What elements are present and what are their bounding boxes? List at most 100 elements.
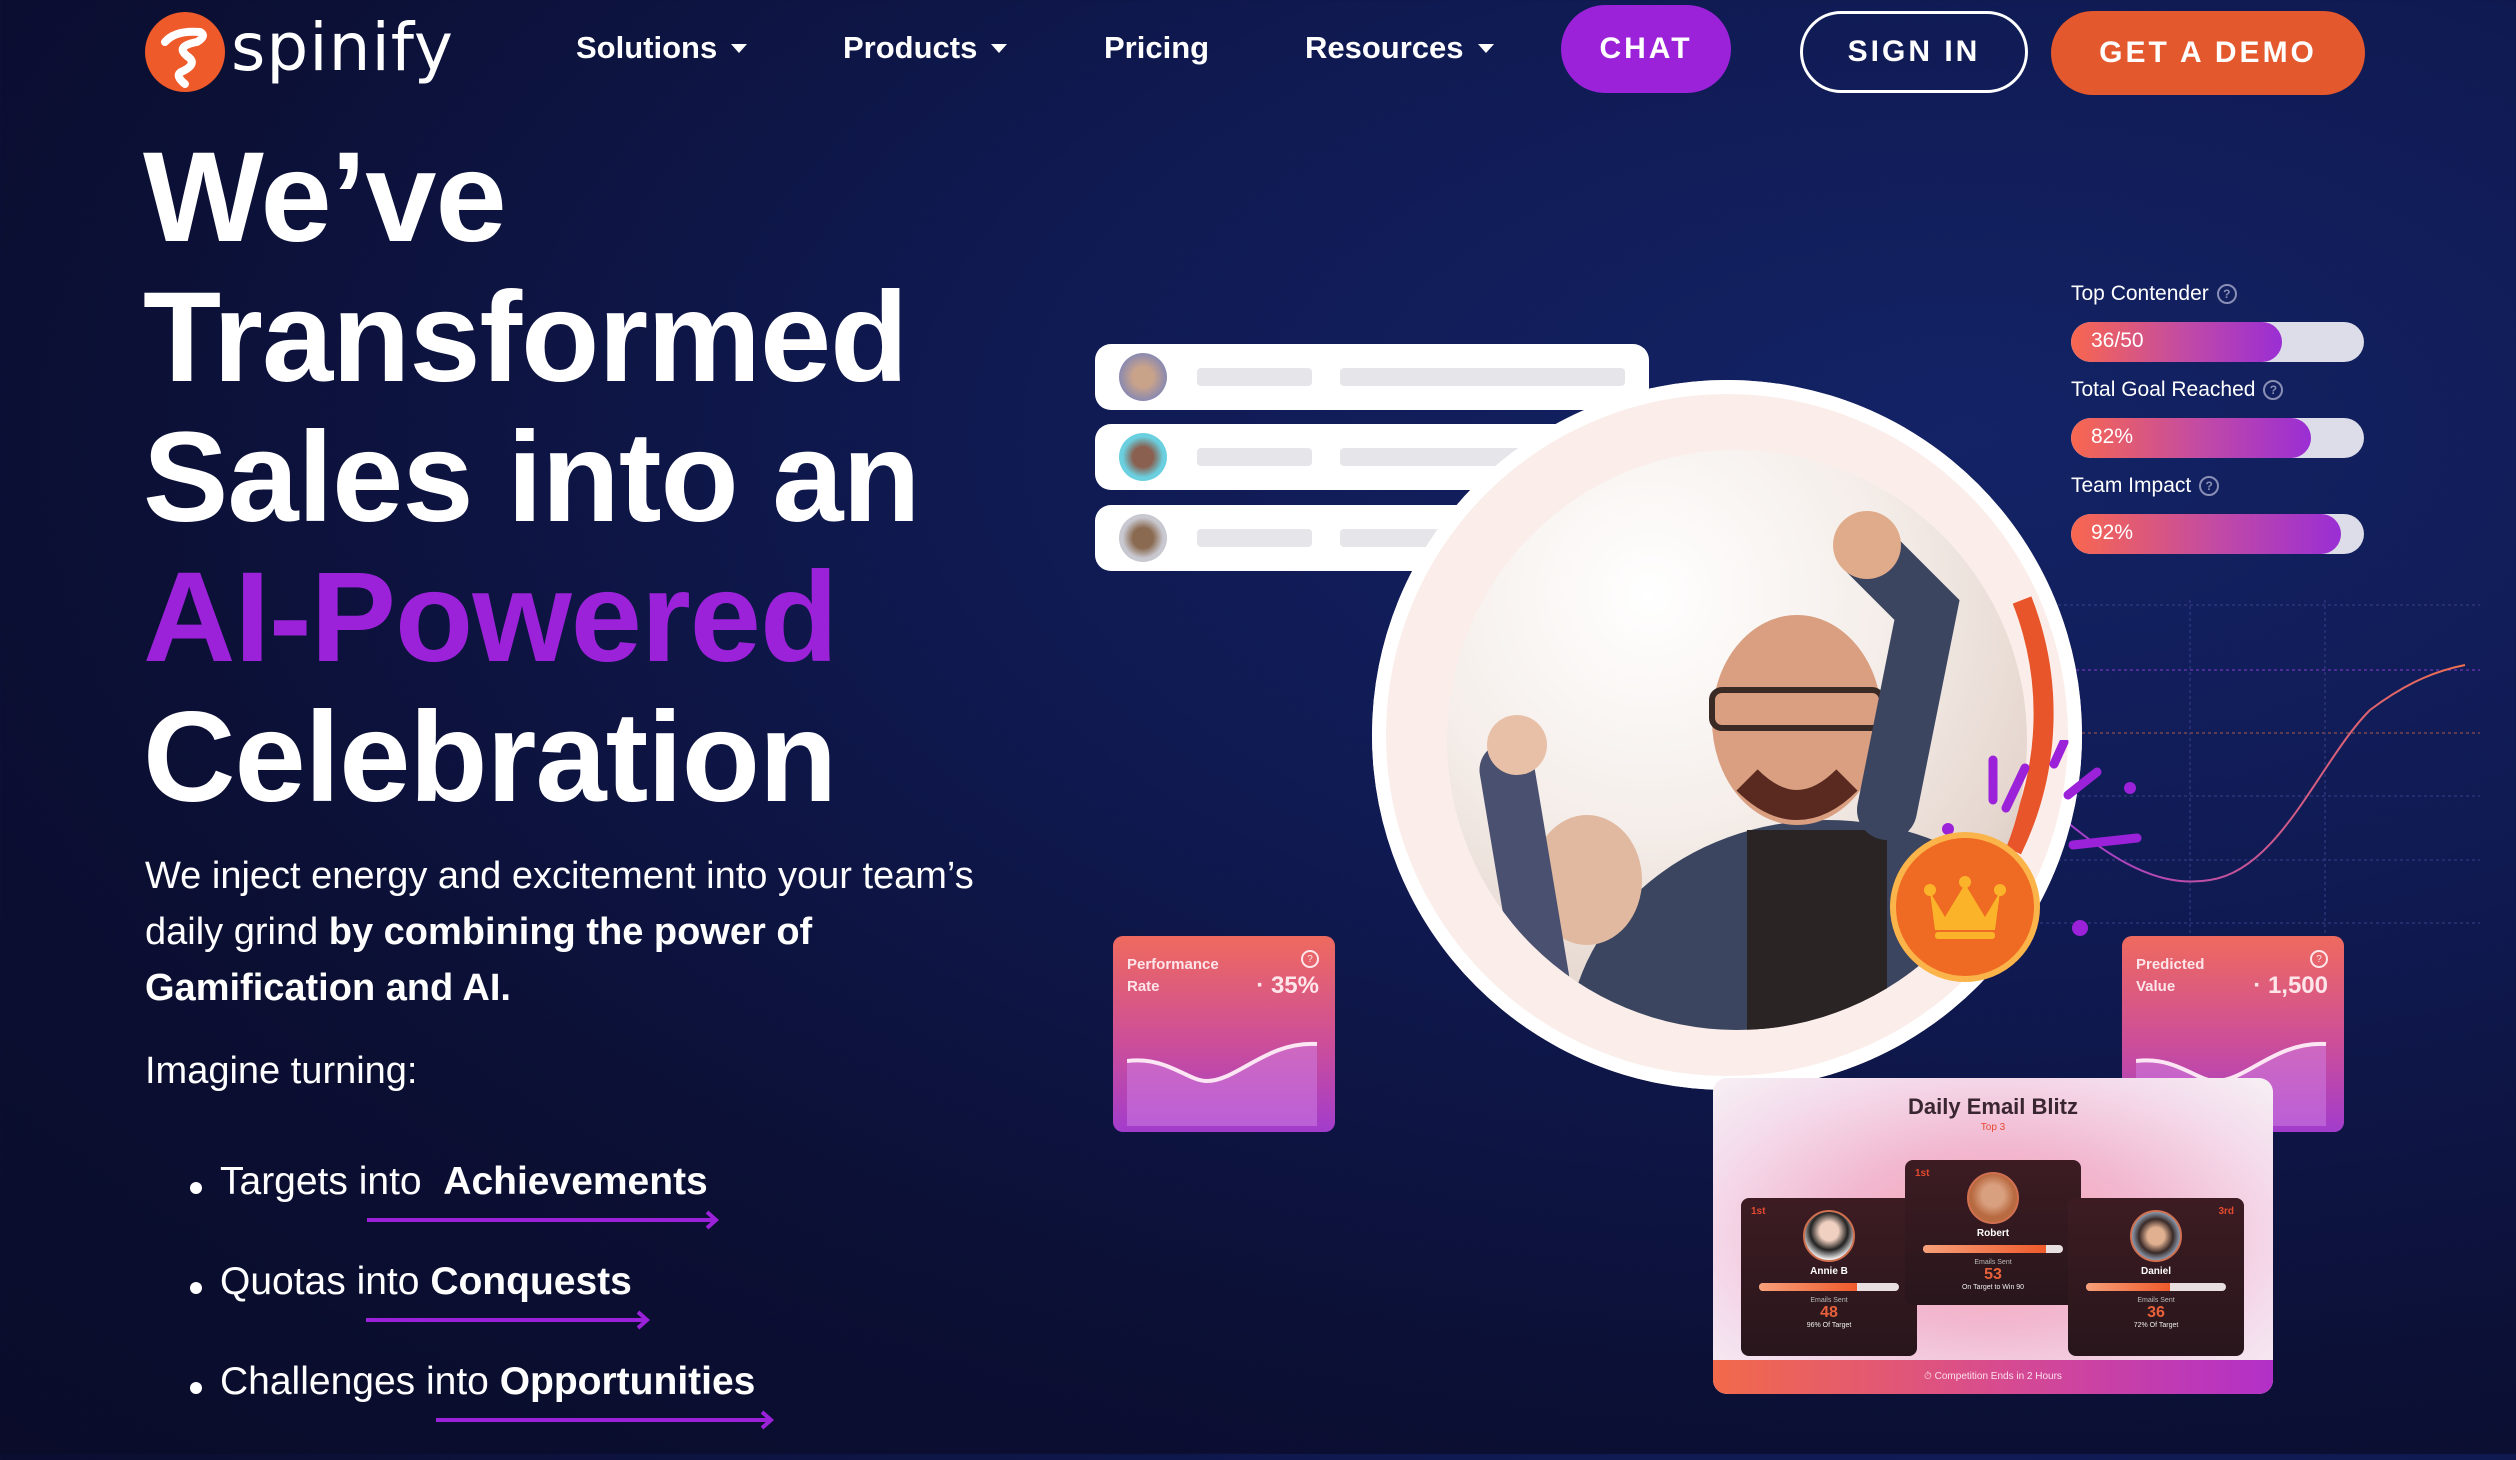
- podium-progress: [1922, 1245, 2064, 1253]
- nav-label: Products: [843, 30, 978, 65]
- imagine-label: Imagine turning:: [145, 1050, 418, 1092]
- help-icon[interactable]: ?: [2216, 284, 2237, 304]
- blitz-title: Daily Email Blitz: [1908, 1094, 2078, 1119]
- placeholder-bar: [1197, 368, 1312, 386]
- nav-pricing[interactable]: Pricing: [1104, 30, 1209, 66]
- podium-sub: On Target to Win 90: [1961, 1284, 2025, 1291]
- progress-bar: 82%: [2071, 418, 2364, 458]
- help-icon: ?: [1301, 950, 1319, 968]
- list-item: Targets into Achievements: [190, 1160, 755, 1260]
- bullet-dot: [190, 1282, 202, 1294]
- card-value: · 1,500: [2253, 972, 2328, 999]
- spinify-logo[interactable]: spinify: [145, 12, 454, 92]
- bullet-plain: Targets into: [220, 1160, 433, 1203]
- bullet-bold: Opportunities: [499, 1360, 756, 1403]
- metric-label: Total Goal Reached: [2071, 378, 2256, 401]
- podium-card: 3rd Daniel Emails Sent 36 72% Of Target: [2068, 1198, 2244, 1356]
- rank-badge: 1st: [1751, 1206, 1766, 1217]
- nav-label: Solutions: [576, 30, 718, 65]
- list-item: Quotas into Conquests: [190, 1260, 755, 1360]
- podium-card: 1st Annie B Emails Sent 48 96% Of Target: [1741, 1198, 1917, 1356]
- podium-score: 53: [1984, 1266, 2002, 1283]
- bullet-bold: Achievements: [443, 1160, 708, 1203]
- podium-score: 36: [2147, 1304, 2165, 1321]
- progress-bar: 36/50: [2071, 322, 2364, 362]
- card-title: Rate: [1127, 978, 1160, 995]
- avatar: [1967, 1172, 2019, 1224]
- logo-text: spinify: [231, 9, 454, 86]
- podium-progress: [2085, 1283, 2227, 1291]
- placeholder-bar: [1197, 529, 1312, 547]
- bullet-plain: Quotas into: [220, 1260, 420, 1303]
- avatar: [2130, 1210, 2182, 1262]
- nav-resources[interactable]: Resources: [1305, 30, 1494, 66]
- get-a-demo-button[interactable]: GET A DEMO: [2051, 11, 2365, 95]
- arrow-underline-icon: [367, 1210, 719, 1230]
- podium-name: Robert: [1976, 1228, 2010, 1239]
- podium-name: Annie B: [1810, 1266, 1848, 1277]
- crown-badge: [1890, 832, 2040, 982]
- nav-label: Resources: [1305, 30, 1464, 65]
- arrow-underline-icon: [436, 1410, 774, 1430]
- progress-value: 92%: [2091, 521, 2134, 544]
- metric-label: Top Contender: [2071, 282, 2209, 305]
- help-icon: ?: [2310, 950, 2328, 968]
- avatar: [1119, 514, 1167, 562]
- podium-score: 48: [1820, 1304, 1838, 1321]
- metric-team-impact: Team Impact? 92%: [2071, 474, 2364, 554]
- list-item: Challenges into Opportunities: [190, 1360, 774, 1460]
- placeholder-bar: [1197, 448, 1312, 466]
- hero-headline: We’ve Transformed Sales into an AI-Power…: [143, 126, 921, 829]
- metric-total-goal: Total Goal Reached? 82%: [2071, 378, 2364, 458]
- podium-label: Emails Sent: [1810, 1297, 1848, 1304]
- headline-line: Sales into an: [143, 406, 921, 549]
- card-title: Performance: [1127, 956, 1219, 973]
- podium-progress: [1758, 1283, 1900, 1291]
- podium-sub: 72% Of Target: [2133, 1322, 2179, 1329]
- caret-down-icon: [991, 43, 1008, 53]
- progress-value: 36/50: [2091, 329, 2144, 352]
- headline-highlight: AI-Powered: [143, 546, 838, 689]
- avatar: [1119, 353, 1167, 401]
- card-title: Value: [2136, 978, 2176, 995]
- avatar: [1119, 433, 1167, 481]
- bullet-dot: [190, 1382, 202, 1394]
- help-icon[interactable]: ?: [2263, 380, 2284, 400]
- nav-label: Pricing: [1104, 30, 1210, 65]
- headline-line: We’ve: [143, 126, 507, 269]
- nav-products[interactable]: Products: [843, 30, 1008, 66]
- caret-down-icon: [731, 43, 748, 53]
- bullet-dot: [190, 1182, 202, 1194]
- podium-name: Daniel: [2140, 1266, 2171, 1277]
- transformation-list: Targets into Achievements Quotas into Co…: [190, 1160, 774, 1460]
- bullet-bold: Conquests: [430, 1260, 632, 1303]
- blitz-subtitle: Top 3: [1980, 1122, 2006, 1133]
- performance-rate-card: Performance Rate ? · 35%: [1113, 936, 1335, 1132]
- rank-badge: 3rd: [2218, 1206, 2234, 1217]
- card-title: Predicted: [2136, 956, 2205, 973]
- caret-down-icon: [1477, 43, 1494, 53]
- podium-card: 1st Robert Emails Sent 53 On Target to W…: [1905, 1160, 2081, 1305]
- crown-icon: [1924, 876, 2006, 939]
- headline-line: Transformed: [143, 266, 908, 409]
- podium-label: Emails Sent: [2137, 1297, 2175, 1304]
- headline-line: Celebration: [143, 686, 837, 829]
- help-icon[interactable]: ?: [2199, 476, 2220, 496]
- spinify-swirl-logo-icon: [145, 12, 225, 92]
- nav-solutions[interactable]: Solutions: [576, 30, 748, 66]
- podium-label: Emails Sent: [1974, 1259, 2012, 1266]
- metric-top-contender: Top Contender? 36/50: [2071, 282, 2364, 362]
- sparkline-chart: [1127, 1041, 1318, 1126]
- arrow-underline-icon: [366, 1310, 650, 1330]
- hero-description: We inject energy and excitement into you…: [145, 848, 1045, 1016]
- progress-value: 82%: [2091, 425, 2134, 448]
- podium-sub: 96% Of Target: [1806, 1322, 1852, 1329]
- progress-bar: 92%: [2071, 514, 2364, 554]
- sign-in-button[interactable]: SIGN IN: [1800, 11, 2028, 93]
- rank-badge: 1st: [1915, 1168, 1930, 1179]
- metric-label: Team Impact: [2071, 474, 2192, 497]
- blitz-footer: ⏱ Competition Ends in 2 Hours: [1713, 1360, 2273, 1394]
- chat-button[interactable]: CHAT: [1561, 5, 1731, 93]
- daily-email-blitz-card: Daily Email Blitz Top 3 1st Annie B Emai…: [1713, 1078, 2273, 1394]
- bullet-plain: Challenges into: [220, 1360, 489, 1403]
